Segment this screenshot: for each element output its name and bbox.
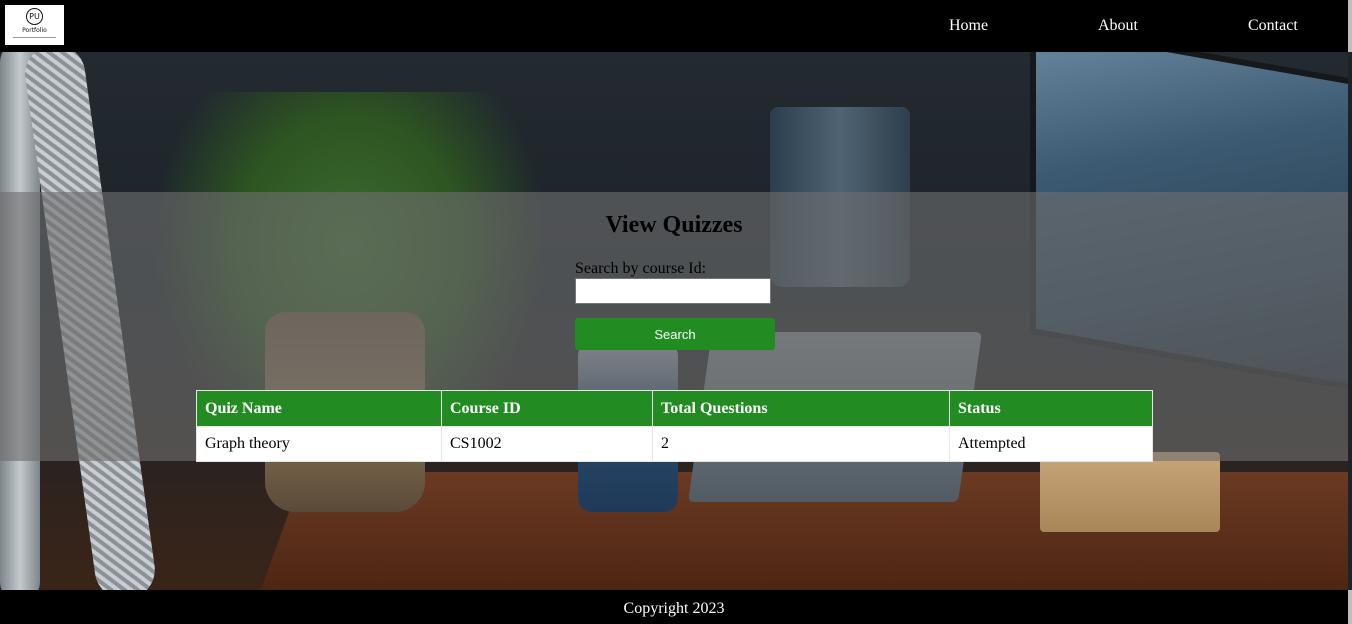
logo-divider: [13, 37, 56, 38]
copyright-text: Copyright 2023: [623, 600, 725, 617]
column-header-course-id: Course ID: [441, 390, 653, 427]
page-title: View Quizzes: [605, 212, 743, 238]
cell-total-questions: 2: [652, 426, 950, 462]
cell-quiz-name: Graph theory: [196, 426, 442, 462]
quiz-table: Quiz Name Course ID Total Questions Stat…: [196, 390, 1153, 462]
search-button[interactable]: Search: [575, 318, 775, 350]
cell-status: Attempted: [949, 426, 1153, 462]
column-header-status: Status: [949, 390, 1153, 427]
column-header-quiz-name: Quiz Name: [196, 390, 442, 427]
navbar: PU Portfolio Home About Contact: [0, 0, 1352, 52]
portfolio-logo[interactable]: PU Portfolio: [5, 5, 64, 45]
column-header-total-questions: Total Questions: [652, 390, 950, 427]
logo-text: Portfolio: [22, 27, 47, 34]
footer: Copyright 2023: [0, 590, 1352, 624]
background-box: [1040, 452, 1220, 532]
nav-home-link[interactable]: Home: [949, 17, 988, 35]
search-label: Search by course Id:: [575, 260, 707, 277]
nav-about-link[interactable]: About: [1098, 17, 1138, 35]
table-row[interactable]: Graph theory CS1002 2 Attempted: [196, 426, 1153, 462]
logo-mark-icon: PU: [26, 8, 43, 25]
course-id-search-input[interactable]: [575, 278, 771, 304]
nav-contact-link[interactable]: Contact: [1248, 17, 1298, 35]
cell-course-id: CS1002: [441, 426, 653, 462]
table-header-row: Quiz Name Course ID Total Questions Stat…: [196, 390, 1153, 427]
